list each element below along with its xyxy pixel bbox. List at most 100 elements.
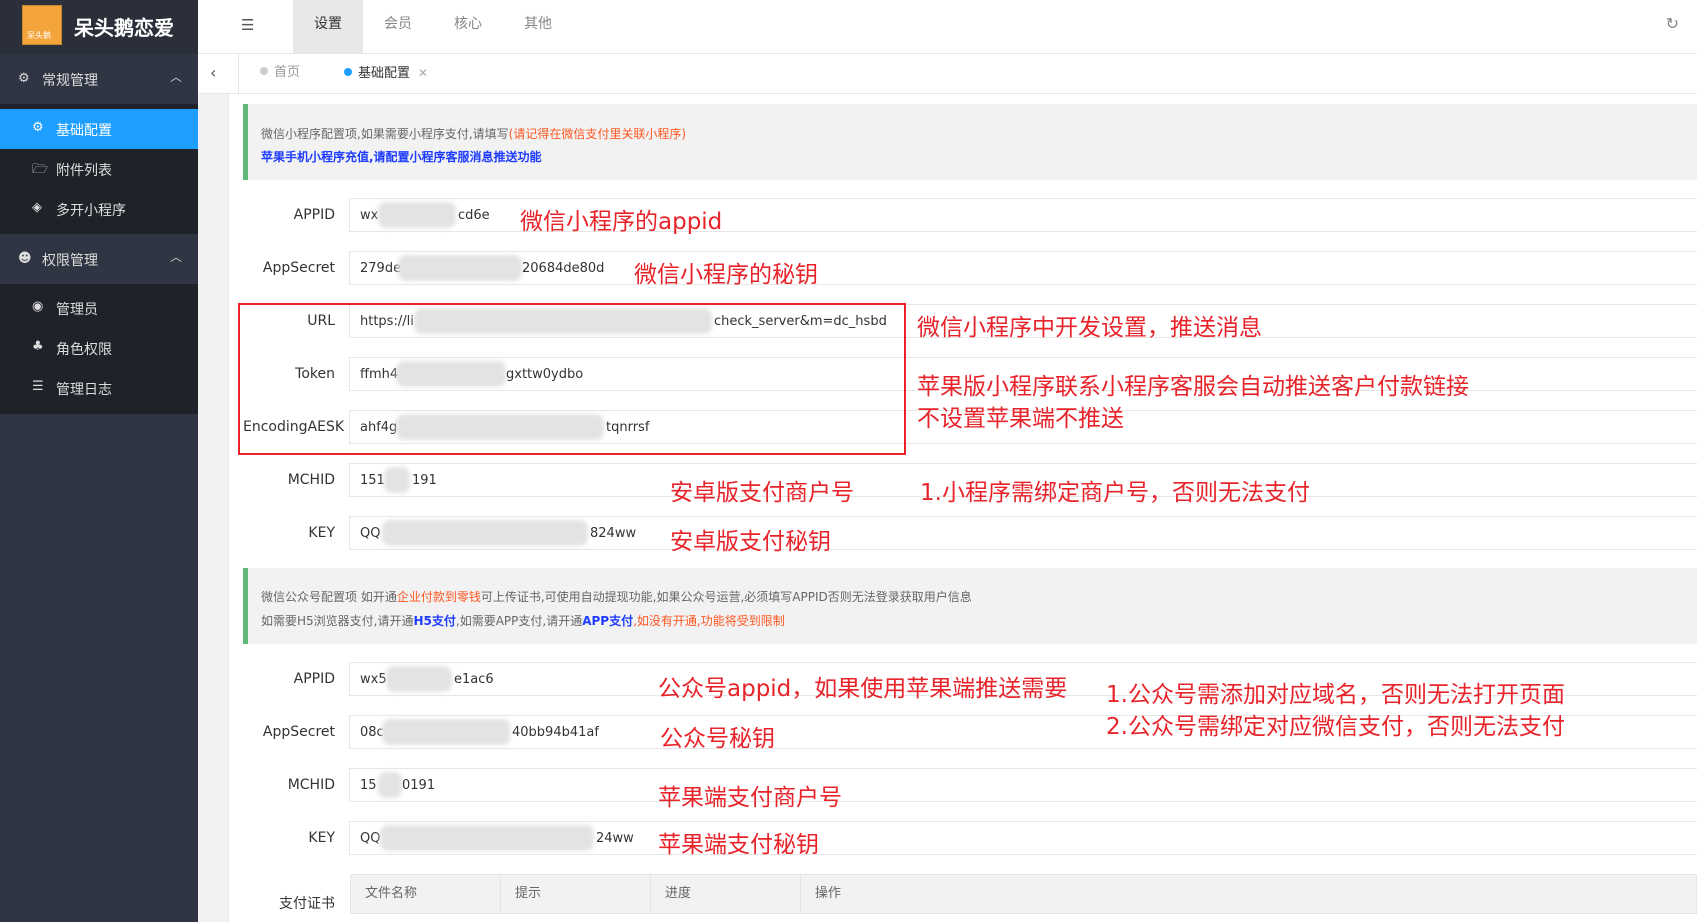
user-circle-icon: ◉ [32,299,44,314]
sidebar-item-roles[interactable]: ♣ 角色权限 [0,328,198,368]
miniprogram-notice: 微信小程序配置项,如果需要小程序支付,请填写(请记得在微信支付里关联小程序) 苹… [243,104,1697,180]
official-account-notice: 微信公众号配置项 如开通企业付款到零钱可上传证书,可使用自动提现功能,如果公众号… [243,568,1697,644]
chevron-up-icon: ︿ [169,70,182,84]
mini-secret-input[interactable]: 279de 20684de80d [349,251,1697,285]
table-header-progress: 进度 [651,875,801,913]
sidebar-group-general[interactable]: ⚙ 常规管理 ︿ [0,54,198,104]
field-label: MCHID [287,777,335,793]
tab-settings[interactable]: 设置 [293,0,363,53]
list-icon: ☰ [32,379,44,394]
page-tab-basic-config[interactable]: 基础配置 ✕ [344,54,428,93]
annotation-mp-appid: 公众号appid，如果使用苹果端推送需要 [658,676,1068,702]
table-header-filename: 文件名称 [351,875,501,913]
field-value-end: 191 [412,473,437,488]
field-value-start: 151 [360,473,385,488]
notice-text: 可上传证书,可使用自动提现功能,如果公众号运营,必须填写APPID否则无法登录获… [480,590,972,604]
sidebar-group-permissions[interactable]: ☻ 权限管理 ︿ [0,234,198,284]
cert-label: 支付证书 [279,896,335,912]
mp-mchid-row: MCHID 15 0191 [243,768,1697,802]
logo: 呆头鹅 [22,5,62,45]
sidebar-item-attachments[interactable]: 🗁 附件列表 [0,149,198,189]
mini-secret-row: AppSecret 279de 20684de80d [243,251,1697,285]
annotation-android-key: 安卓版支付秘钥 [670,529,831,555]
content-area: 微信小程序配置项,如果需要小程序支付,请填写(请记得在微信支付里关联小程序) 苹… [228,94,1697,922]
dot-icon [260,67,268,75]
field-label: KEY [308,525,335,541]
cube-icon: ◈ [32,200,42,215]
notice-red-text: (请记得在微信支付里关联小程序) [508,127,687,141]
field-value-start: 279de [360,261,402,276]
sidebar-submenu: ◉ 管理员 ♣ 角色权限 ☰ 管理日志 [0,284,198,414]
notice-text: 微信公众号配置项 如开通 [261,590,397,604]
tab-other[interactable]: 其他 [503,0,573,53]
field-value-end: 24ww [596,831,634,846]
mini-key-input[interactable]: QQ 824ww [349,516,1697,550]
gear-icon: ⚙ [18,71,30,86]
sidebar-item-label: 多开小程序 [56,203,126,219]
page-tab-bar: ‹ 首页 基础配置 ✕ [198,54,1697,94]
field-value-start: wx5 [360,672,387,687]
tab-members[interactable]: 会员 [363,0,433,53]
annotation-mp-secret: 公众号秘钥 [660,726,775,752]
tab-core[interactable]: 核心 [433,0,503,53]
notice-blue-text: H5支付 [413,614,456,628]
logo-text: 呆头鹅 [27,31,51,40]
table-header-action: 操作 [815,886,842,901]
mp-key-input[interactable]: QQ 24ww [349,821,1697,855]
sidebar-item-logs[interactable]: ☰ 管理日志 [0,368,198,408]
sidebar-item-label: 角色权限 [56,342,112,358]
menu-toggle-icon[interactable]: ☰ [241,16,254,34]
brand: 呆头鹅 呆头鹅恋爱 [0,0,198,54]
group-icon: ☻ [18,251,32,266]
sidebar: 呆头鹅 呆头鹅恋爱 ⚙ 常规管理 ︿ ⚙ 基础配置 🗁 附件列表 ◈ 多开小程序… [0,0,198,922]
sitemap-icon: ♣ [32,339,44,354]
field-label: AppSecret [262,260,335,276]
annotation-highlight-box [238,303,906,455]
page-tab-home[interactable]: 首页 [260,54,300,93]
mp-mchid-input[interactable]: 15 0191 [349,768,1697,802]
dot-icon [344,68,352,76]
field-label: MCHID [287,472,335,488]
redaction [398,255,522,281]
sidebar-item-basic-config[interactable]: ⚙ 基础配置 [0,109,198,149]
cert-table-header: 文件名称 提示 进度 操作 [350,874,1697,914]
annotation-ios-key: 苹果端支付秘钥 [658,832,819,858]
field-label: APPID [293,671,335,687]
notice-red-text: 企业付款到零钱 [396,590,481,604]
annotation-mp-domain: 1.公众号需添加对应域名，否则无法打开页面 [1106,682,1565,708]
field-value-end: 40bb94b41af [512,725,599,740]
redaction [384,467,410,493]
redaction [386,666,452,692]
notice-text: ,如需要APP支付,请开通 [455,614,583,628]
top-header: ☰ 设置 会员 核心 其他 ↻ [198,0,1697,54]
chevron-up-icon: ︿ [169,250,182,264]
chevron-left-icon[interactable]: ‹ [210,63,216,82]
field-value-start: 08c [360,725,384,740]
redaction [380,825,594,851]
sidebar-item-label: 管理员 [56,302,98,318]
brand-name: 呆头鹅恋爱 [74,16,174,40]
page-tab-label: 首页 [274,65,301,80]
sidebar-item-label: 附件列表 [56,163,112,179]
sidebar-item-multi-miniprogram[interactable]: ◈ 多开小程序 [0,189,198,229]
refresh-icon[interactable]: ↻ [1666,14,1679,33]
mini-key-row: KEY QQ 824ww [243,516,1697,550]
close-icon[interactable]: ✕ [418,66,428,80]
page-tab-label: 基础配置 [358,66,411,81]
annotation-bind-merchant: 1.小程序需绑定商户号，否则无法支付 [920,480,1310,506]
annotation-push-setting: 微信小程序中开发设置，推送消息 [917,315,1262,341]
divider [238,54,239,93]
redaction [378,772,402,798]
redaction [382,719,510,745]
field-value-end: cd6e [458,208,490,223]
field-label: AppSecret [262,724,335,740]
annotation-ios-push: 苹果版小程序联系小程序客服会自动推送客户付款链接 [917,374,1469,400]
annotation-ios-no-push: 不设置苹果端不推送 [917,406,1124,432]
notice-blue-text: 苹果手机小程序充值,请配置小程序客服消息推送功能 [261,150,542,164]
annotation-ios-mchid: 苹果端支付商户号 [658,785,842,811]
field-value-end: 0191 [402,778,436,793]
sidebar-item-admins[interactable]: ◉ 管理员 [0,288,198,328]
gear-icon: ⚙ [32,120,44,135]
sidebar-group-label: 权限管理 [42,253,98,269]
field-label: KEY [308,830,335,846]
